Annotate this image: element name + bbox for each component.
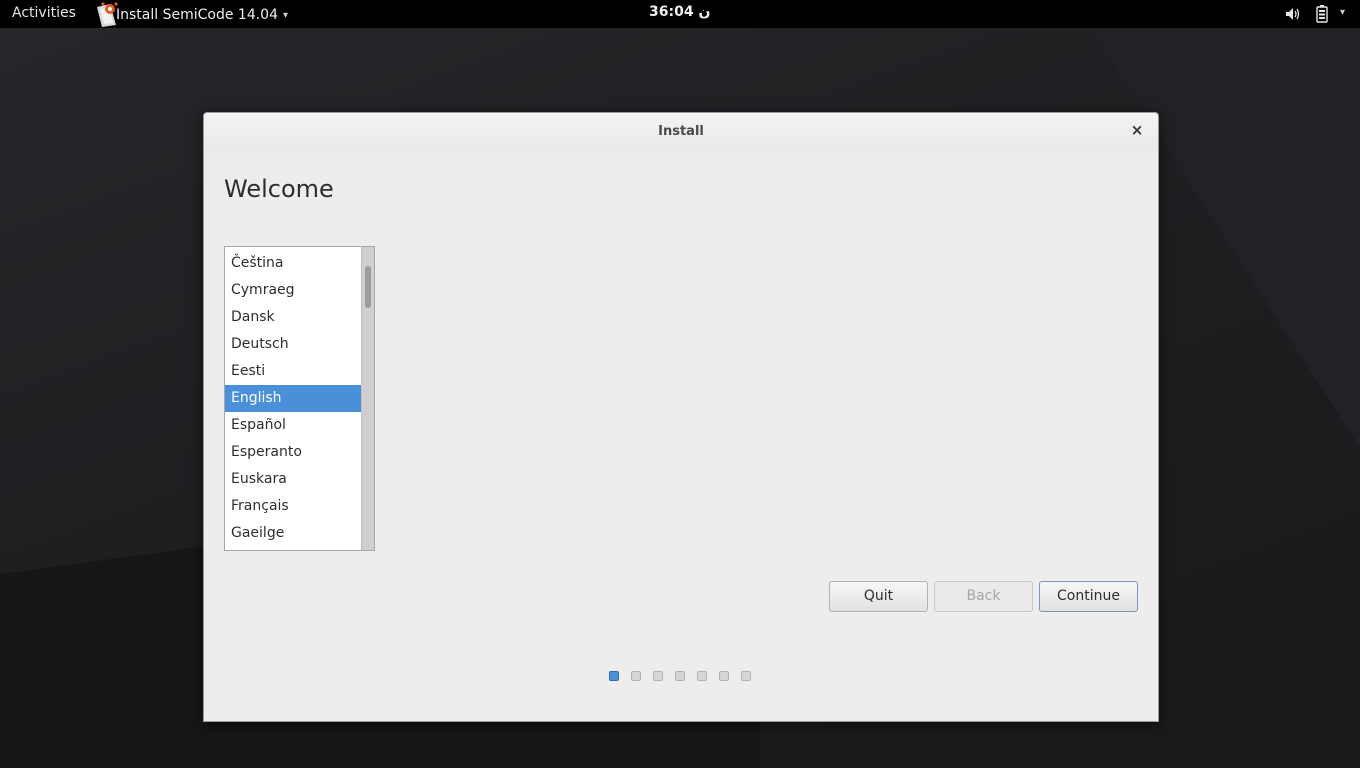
language-item[interactable]: Gaeilge (225, 520, 361, 547)
window-titlebar[interactable]: Install × (204, 113, 1158, 151)
quit-button[interactable]: Quit (829, 581, 928, 612)
language-item[interactable]: Eesti (225, 358, 361, 385)
language-item[interactable]: Esperanto (225, 439, 361, 466)
battery-icon[interactable] (1316, 5, 1328, 27)
language-item[interactable]: Español (225, 412, 361, 439)
language-list[interactable]: Čeština Cymraeg Dansk Deutsch Eesti Engl… (224, 246, 375, 551)
system-menu-chevron-icon[interactable]: ▾ (1340, 7, 1345, 18)
chevron-down-icon: ▾ (283, 10, 289, 21)
back-button[interactable]: Back (934, 581, 1033, 612)
language-item[interactable]: Français (225, 493, 361, 520)
language-item[interactable]: Dansk (225, 304, 361, 331)
step-dot (741, 671, 751, 681)
window-title: Install (658, 124, 704, 139)
language-item[interactable]: Deutsch (225, 331, 361, 358)
step-dot (719, 671, 729, 681)
page-title: Welcome (224, 175, 334, 203)
scrollbar-thumb[interactable] (365, 266, 371, 308)
language-item[interactable]: Euskara (225, 466, 361, 493)
installer-app-icon (94, 1, 124, 27)
app-menu[interactable]: Install SemiCode 14.04 ▾ (94, 0, 288, 28)
step-dot (697, 671, 707, 681)
activities-button[interactable]: Activities (12, 5, 76, 21)
step-dot (609, 671, 619, 681)
install-window: Install × Welcome Čeština Cymraeg Dansk … (203, 112, 1159, 722)
continue-button[interactable]: Continue (1039, 581, 1138, 612)
language-item[interactable]: English (225, 385, 361, 412)
step-dot (653, 671, 663, 681)
close-icon[interactable]: × (1128, 121, 1146, 141)
app-menu-label: Install SemiCode 14.04 (116, 6, 278, 23)
volume-icon[interactable] (1285, 6, 1301, 26)
clock[interactable]: 36:04 ن (649, 4, 710, 20)
language-item[interactable]: Čeština (225, 250, 361, 277)
language-list-scrollbar[interactable] (361, 247, 374, 550)
step-dot (675, 671, 685, 681)
step-indicator (609, 671, 751, 681)
top-panel: Activities Install SemiCode 14.04 ▾ 36:0… (0, 0, 1360, 28)
language-item[interactable]: Cymraeg (225, 277, 361, 304)
step-dot (631, 671, 641, 681)
